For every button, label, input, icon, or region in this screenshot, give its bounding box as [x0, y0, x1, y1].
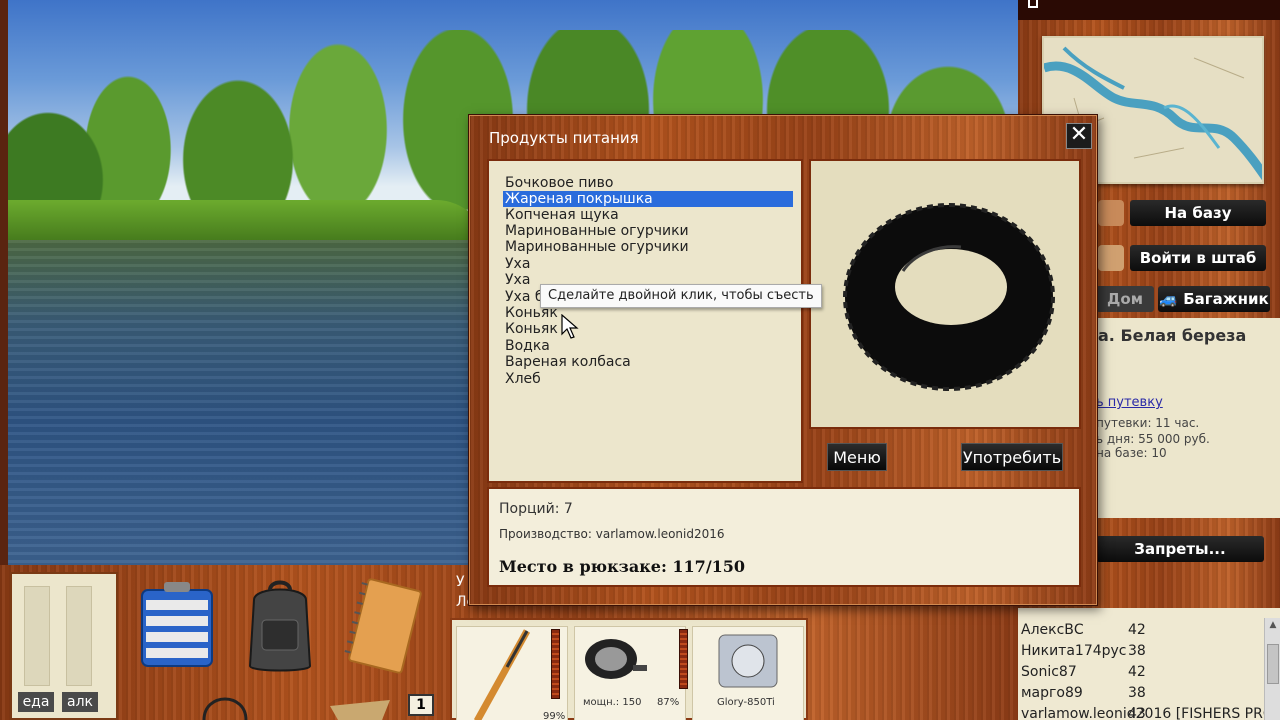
backpack-icon[interactable]: [244, 580, 316, 680]
reel-percent: 87%: [657, 697, 680, 708]
list-item[interactable]: Коньяк: [503, 321, 558, 337]
player-score: 38: [1128, 643, 1146, 659]
player-name: АлексВС: [1021, 622, 1084, 638]
list-item[interactable]: АлексВС 42: [1018, 622, 1280, 642]
window-icon[interactable]: [1028, 0, 1038, 8]
player-score: 42: [1128, 622, 1146, 638]
pass-duration: путевки: 11 час.: [1096, 416, 1200, 430]
bucket-icon[interactable]: [200, 690, 250, 720]
fishing-line-icon: [718, 634, 778, 688]
list-item[interactable]: Sonic87 42: [1018, 664, 1280, 684]
base-count: на базе: 10: [1096, 446, 1167, 460]
list-item[interactable]: марго89 38: [1018, 685, 1280, 705]
car-icon: 🚙: [1159, 290, 1178, 308]
basket-icon[interactable]: [330, 696, 390, 720]
rod-icon: [473, 629, 531, 720]
enter-hq-button[interactable]: Войти в штаб: [1130, 245, 1266, 271]
list-item[interactable]: Бочковое пиво: [503, 175, 613, 191]
item-preview: [809, 159, 1081, 429]
close-icon[interactable]: ✕: [1066, 123, 1092, 149]
list-item[interactable]: Никита174рус 38: [1018, 643, 1280, 663]
list-item[interactable]: Уха б: [503, 289, 543, 305]
list-item[interactable]: Маринованные огурчики: [503, 239, 689, 255]
line-name: Glory-850Ti: [717, 697, 775, 708]
player-name: Sonic87: [1021, 664, 1077, 680]
list-item[interactable]: Уха: [503, 256, 530, 272]
buy-pass-link[interactable]: ь путевку: [1096, 395, 1163, 410]
list-item[interactable]: Маринованные огурчики: [503, 223, 689, 239]
to-base-button[interactable]: На базу: [1130, 200, 1266, 226]
line-slot[interactable]: Glory-850Ti: [692, 626, 804, 720]
list-item-selected[interactable]: Жареная покрышка: [503, 191, 793, 207]
player-name: Никита174рус: [1021, 643, 1127, 659]
day-cost: ь дня: 55 000 руб.: [1096, 432, 1210, 446]
player-score: 38: [1128, 685, 1146, 701]
tab-home[interactable]: Дом: [1096, 286, 1154, 312]
reel-icon: [585, 639, 647, 679]
list-item[interactable]: Водка: [503, 338, 550, 354]
alcohol-meter: [66, 586, 92, 686]
alc-label: алк: [62, 692, 98, 712]
reel-power: мощн.: 150: [583, 697, 642, 708]
dialog-title: Продукты питания: [489, 129, 639, 147]
scroll-thumb[interactable]: [1267, 644, 1279, 684]
menu-button[interactable]: Меню: [827, 443, 887, 471]
tackle-box-icon[interactable]: [136, 580, 218, 674]
player-name: varlamow.leonid2016 [FISHERS PRO]: [1021, 706, 1280, 720]
trunk-button[interactable]: 🚙 Багажник: [1158, 286, 1270, 312]
use-button[interactable]: Употребить: [961, 443, 1063, 471]
top-strip: [1018, 0, 1280, 20]
location-title: а. Белая береза: [1098, 326, 1247, 345]
food-meter: [24, 586, 50, 686]
portions-text: Порций: 7: [499, 501, 573, 517]
list-item[interactable]: Вареная колбаса: [503, 354, 631, 370]
tackle-slots: 99% мощн.: 150 87% Glory-850Ti: [450, 618, 808, 720]
mouse-cursor-icon: [561, 313, 579, 344]
player-score: 42: [1128, 664, 1146, 680]
rod-percent: 99%: [543, 711, 566, 720]
bans-button[interactable]: Запреты...: [1096, 536, 1264, 562]
backpack-space-text: Место в рюкзаке: 117/150: [499, 557, 746, 576]
notebook-icon[interactable]: [342, 578, 428, 678]
partial-label: У: [456, 574, 465, 590]
list-item[interactable]: varlamow.leonid2016 [FISHERS PRO] 43: [1018, 706, 1280, 720]
item-description: Порций: 7 Производство: varlamow.leonid2…: [487, 487, 1081, 587]
list-item[interactable]: Копченая щука: [503, 207, 619, 223]
scroll-up-icon[interactable]: ▲: [1265, 618, 1280, 632]
reel-durability-bar: [679, 629, 688, 689]
tire-icon: [843, 203, 1055, 391]
reel-slot[interactable]: мощн.: 150 87%: [574, 626, 688, 720]
players-list: АлексВС 42 Никита174рус 38 Sonic87 42 ма…: [1018, 608, 1280, 720]
players-scrollbar[interactable]: ▲: [1264, 618, 1280, 720]
player-score: 43: [1128, 706, 1146, 720]
count-badge[interactable]: 1: [408, 694, 434, 716]
player-name: марго89: [1021, 685, 1083, 701]
people-icon: [1098, 245, 1124, 271]
rod-durability-bar: [551, 629, 560, 699]
house-icon: [1098, 200, 1124, 226]
food-dialog: Продукты питания ✕ Бочковое пиво Жареная…: [468, 114, 1098, 606]
rod-slot[interactable]: 99%: [456, 626, 568, 720]
list-item[interactable]: Уха: [503, 272, 530, 288]
list-item[interactable]: Хлеб: [503, 371, 541, 387]
status-meters: еда алк: [10, 572, 118, 720]
food-label: еда: [18, 692, 54, 712]
trunk-label: Багажник: [1183, 290, 1269, 308]
producer-text: Производство: varlamow.leonid2016: [499, 527, 725, 541]
tooltip: Сделайте двойной клик, чтобы съесть: [540, 284, 822, 308]
food-list: Бочковое пиво Жареная покрышка Копченая …: [487, 159, 803, 483]
